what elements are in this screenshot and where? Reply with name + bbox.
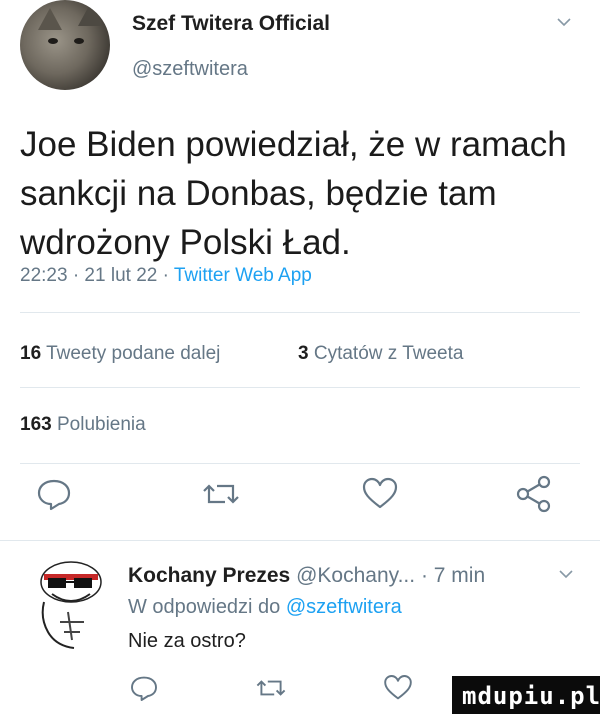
tweet-text: Joe Biden powiedział, że w ramach sankcj… [20,125,567,262]
profile-avatar[interactable] [20,0,110,90]
like-icon[interactable] [360,474,400,514]
watermark: mdupiu.pl [452,676,600,714]
reply-avatar[interactable] [30,552,112,652]
quotes-count: 3 [298,343,309,364]
retweets-label: Tweety podane dalej [46,343,221,364]
divider [20,387,580,388]
replying-to: W odpowiedzi do @szeftwitera [128,596,402,619]
reply-header: Kochany Prezes @Kochany... · 7 min [128,564,485,588]
section-divider [0,540,600,541]
reply-handle[interactable]: @Kochany... [296,564,415,587]
retweet-icon[interactable] [201,474,241,514]
divider [20,312,580,313]
user-handle[interactable]: @szeftwitera [132,58,248,81]
quotes-label: Cytatów z Tweeta [313,343,464,364]
retweet-icon[interactable] [255,672,287,704]
comment-icon[interactable] [128,672,160,704]
reply-time: · 7 min [420,564,486,587]
chevron-down-icon[interactable] [556,14,572,30]
replying-to-handle[interactable]: @szeftwitera [286,596,402,618]
retweets-stat[interactable]: 16 Tweety podane dalej [20,343,220,365]
reply-text: Nie za ostro? [128,630,246,652]
likes-stat[interactable]: 163 Polubienia [20,414,146,436]
tweet-time: 22:23 · 21 lut 22 · [20,265,174,286]
tweet-meta: 22:23 · 21 lut 22 · Twitter Web App [20,265,312,287]
replying-prefix: W odpowiedzi do [128,596,281,618]
cat-ear [38,8,62,30]
watermark-text: mdupiu.pl [462,682,600,710]
cat-eye [74,38,84,44]
share-icon[interactable] [514,474,554,514]
tweet-source-link[interactable]: Twitter Web App [174,265,312,286]
reply-display-name[interactable]: Kochany Prezes [128,564,290,587]
quotes-stat[interactable]: 3 Cytatów z Tweeta [298,343,463,365]
chevron-down-icon[interactable] [558,566,574,582]
divider [20,463,580,464]
comment-icon[interactable] [34,474,74,514]
cat-eye [48,38,58,44]
cat-ear [78,4,102,26]
display-name[interactable]: Szef Twitera Official [132,12,330,36]
like-icon[interactable] [382,672,414,704]
likes-label: Polubienia [56,414,146,435]
likes-count: 163 [20,414,52,435]
retweets-count: 16 [20,343,42,364]
